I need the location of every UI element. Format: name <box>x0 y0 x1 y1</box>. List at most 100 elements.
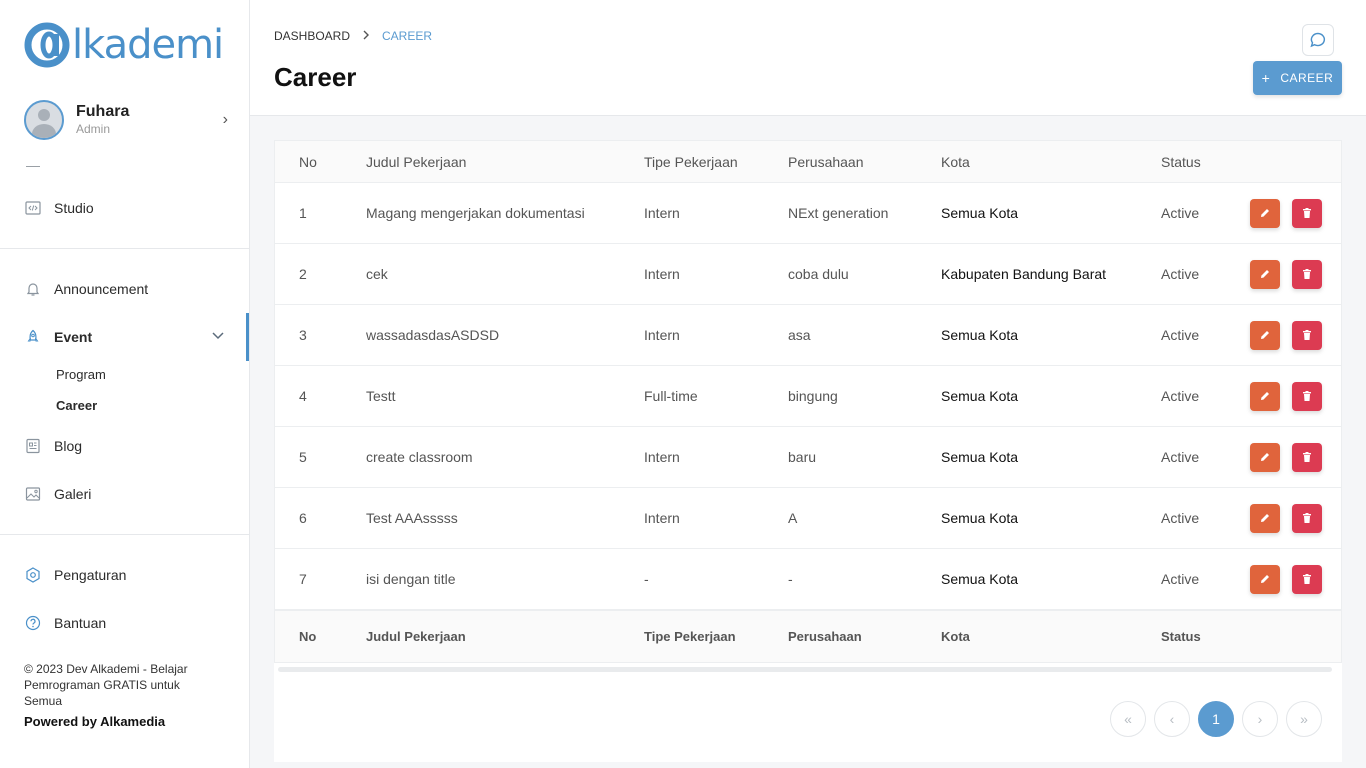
row-type: - <box>644 571 649 587</box>
sidebar-item-galeri[interactable]: Galeri <box>24 483 91 505</box>
edit-button[interactable] <box>1250 442 1280 472</box>
column-header-city[interactable]: Kota <box>941 154 1161 170</box>
row-title: Magang mengerjakan dokumentasi <box>366 205 585 221</box>
column-header-status[interactable]: Status <box>1161 154 1250 170</box>
pagination-next-button[interactable]: › <box>1242 701 1278 737</box>
row-title: create classroom <box>366 449 473 465</box>
delete-button[interactable] <box>1292 320 1322 350</box>
divider-dash <box>26 166 40 167</box>
pencil-icon <box>1261 209 1269 217</box>
row-actions <box>1250 320 1322 350</box>
pencil-icon <box>1261 453 1269 461</box>
row-company: baru <box>788 449 817 465</box>
row-title: Testt <box>366 388 396 404</box>
row-city: Semua Kota <box>941 388 1019 404</box>
column-header-no[interactable]: No <box>275 154 366 170</box>
sidebar-item-studio[interactable]: Studio <box>24 197 94 219</box>
sidebar-item-pengaturan[interactable]: Pengaturan <box>24 564 126 586</box>
chat-button[interactable] <box>1302 24 1334 56</box>
sidebar-item-label: Bantuan <box>54 615 107 631</box>
trash-icon <box>1303 513 1311 523</box>
trash-icon <box>1303 391 1311 401</box>
column-footer-title: Judul Pekerjaan <box>366 629 466 644</box>
table-row: 5 create classroom Intern baru Semua Kota Act… <box>274 427 1342 488</box>
table-row: 7 isi dengan title - - Semua Kota Active <box>274 549 1342 610</box>
add-career-label: CAREER <box>1280 71 1334 85</box>
sidebar-subitem-career[interactable]: Career <box>56 397 97 415</box>
pencil-icon <box>1261 270 1269 278</box>
add-career-button[interactable]: + CAREER <box>1253 61 1342 95</box>
trash-icon <box>1303 452 1311 462</box>
delete-button[interactable] <box>1292 259 1322 289</box>
trash-icon <box>1303 208 1311 218</box>
row-company: A <box>788 510 798 526</box>
column-header-company[interactable]: Perusahaan <box>788 154 941 170</box>
delete-button[interactable] <box>1292 442 1322 472</box>
logo-wordmark: lkademi <box>72 22 224 68</box>
pagination-prev-button[interactable]: ‹ <box>1154 701 1190 737</box>
sidebar-divider <box>0 534 249 535</box>
sidebar-subitem-program[interactable]: Program <box>56 366 106 384</box>
pagination-first-button[interactable]: « <box>1110 701 1146 737</box>
trash-icon <box>1303 269 1311 279</box>
sidebar-item-blog[interactable]: Blog <box>24 435 82 457</box>
edit-button[interactable] <box>1250 503 1280 533</box>
column-header-type[interactable]: Tipe Pekerjaan <box>644 154 788 170</box>
row-no: 1 <box>299 205 307 221</box>
row-company: coba dulu <box>788 266 849 282</box>
row-city: Semua Kota <box>941 327 1019 343</box>
row-status: Active <box>1161 571 1200 587</box>
chevron-right-icon <box>362 29 370 43</box>
column-footer-type: Tipe Pekerjaan <box>644 629 736 644</box>
sidebar-divider <box>0 248 249 249</box>
row-company: NExt generation <box>788 205 889 221</box>
pagination-page-button[interactable]: 1 <box>1198 701 1234 737</box>
column-footer-status: Status <box>1161 629 1201 644</box>
row-company: - <box>788 571 793 587</box>
horizontal-scrollbar[interactable] <box>278 667 1332 672</box>
table-row: 2 cek Intern coba dulu Kabupaten Bandung Bar… <box>274 244 1342 305</box>
delete-button[interactable] <box>1292 198 1322 228</box>
delete-button[interactable] <box>1292 381 1322 411</box>
row-type: Intern <box>644 327 680 343</box>
delete-button[interactable] <box>1292 564 1322 594</box>
breadcrumb-career: CAREER <box>382 29 433 43</box>
row-no: 5 <box>299 449 307 465</box>
row-status: Active <box>1161 327 1200 343</box>
row-type: Intern <box>644 449 680 465</box>
row-status: Active <box>1161 266 1200 282</box>
alkademi-logo[interactable]: lkademi <box>24 22 224 68</box>
edit-button[interactable] <box>1250 381 1280 411</box>
career-table: No Judul Pekerjaan Tipe Pekerjaan Perusa… <box>274 140 1342 663</box>
edit-button[interactable] <box>1250 259 1280 289</box>
table-header: No Judul Pekerjaan Tipe Pekerjaan Perusa… <box>274 140 1342 183</box>
row-company: bingung <box>788 388 838 404</box>
row-city: Semua Kota <box>941 510 1019 526</box>
sidebar-item-bantuan[interactable]: Bantuan <box>24 612 106 634</box>
chevron-down-icon[interactable] <box>211 329 225 344</box>
column-header-title[interactable]: Judul Pekerjaan <box>366 154 644 170</box>
row-type: Intern <box>644 266 680 282</box>
row-no: 4 <box>299 388 307 404</box>
row-title: Test AAAsssss <box>366 510 458 526</box>
user-profile[interactable]: Fuhara Admin › <box>24 100 234 140</box>
edit-button[interactable] <box>1250 320 1280 350</box>
sidebar-item-label: Blog <box>54 438 83 454</box>
sidebar-item-event[interactable]: Event <box>24 326 92 348</box>
row-actions <box>1250 503 1322 533</box>
breadcrumb-dashboard[interactable]: DASHBOARD <box>274 29 350 43</box>
pagination-last-button[interactable]: » <box>1286 701 1322 737</box>
table-body: 1 Magang mengerjakan dokumentasi Intern NEx… <box>274 183 1342 610</box>
edit-button[interactable] <box>1250 198 1280 228</box>
article-icon <box>24 437 42 455</box>
edit-button[interactable] <box>1250 564 1280 594</box>
sidebar-item-label: Pengaturan <box>54 567 127 583</box>
row-status: Active <box>1161 205 1200 221</box>
sidebar-item-announcement[interactable]: Announcement <box>24 278 148 300</box>
table-row: 3 wassadasdasASDSD Intern asa Semua Kota Acti… <box>274 305 1342 366</box>
bell-icon <box>24 280 42 298</box>
trash-icon <box>1303 574 1311 584</box>
pencil-icon <box>1261 575 1269 583</box>
help-icon <box>24 614 42 632</box>
delete-button[interactable] <box>1292 503 1322 533</box>
